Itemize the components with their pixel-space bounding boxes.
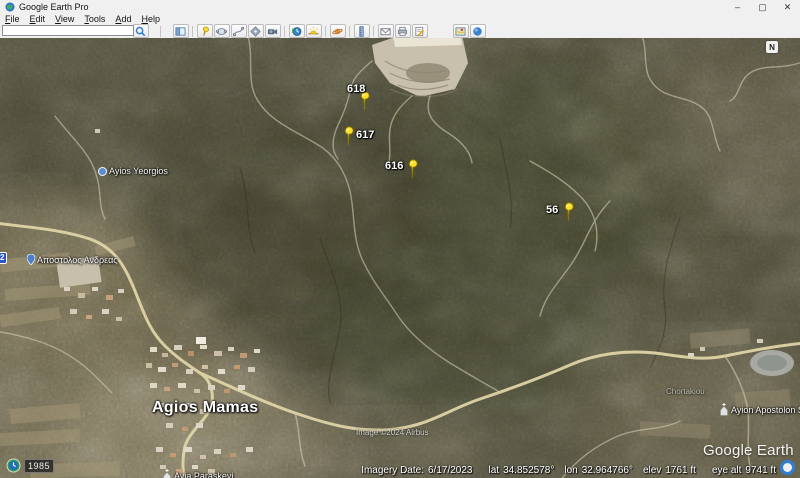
menu-help[interactable]: Help: [136, 14, 165, 24]
add-placemark-button[interactable]: [197, 24, 213, 38]
earth-web-button[interactable]: [470, 24, 486, 38]
satellite-imagery: [0, 38, 800, 478]
toolbar: [0, 24, 800, 39]
google-earth-window: Google Earth Pro – ▢ ✕ File Edit View To…: [0, 0, 800, 478]
email-icon: [380, 26, 391, 37]
minimize-button[interactable]: –: [725, 0, 750, 14]
view-in-maps-button[interactable]: [453, 24, 469, 38]
record-tour-icon: [267, 26, 278, 37]
sunlight-button[interactable]: [306, 24, 322, 38]
path-icon: [233, 26, 244, 37]
add-image-overlay-button[interactable]: [248, 24, 264, 38]
save-image-icon: [414, 26, 425, 37]
polygon-icon: [216, 26, 227, 37]
pushpin-icon: [560, 201, 577, 223]
placemark-618[interactable]: 618: [357, 91, 371, 111]
pushpin-icon: [404, 158, 421, 180]
save-image-button[interactable]: [412, 24, 428, 38]
print-icon: [397, 26, 408, 37]
planets-icon: [332, 26, 343, 37]
email-button[interactable]: [378, 24, 394, 38]
search-button[interactable]: [133, 24, 149, 38]
historical-imagery-icon: [291, 26, 302, 37]
toggle-sidebar-button[interactable]: [173, 24, 189, 38]
add-path-button[interactable]: [231, 24, 247, 38]
placemark-label: 56: [546, 204, 558, 216]
menu-edit[interactable]: Edit: [25, 14, 51, 24]
placemark-616[interactable]: 616: [405, 159, 419, 179]
placemark-icon: [199, 26, 210, 37]
ruler-button[interactable]: [354, 24, 370, 38]
map-viewport[interactable]: N Ayios YeorgiosΑποστολος ΑνδρεαςAgios M…: [0, 38, 800, 478]
earth-web-icon: [472, 26, 483, 37]
maximize-button[interactable]: ▢: [750, 0, 775, 14]
close-button[interactable]: ✕: [775, 0, 800, 14]
planets-button[interactable]: [330, 24, 346, 38]
placemark-56[interactable]: 56: [561, 202, 575, 222]
placemark-label: 616: [385, 160, 403, 172]
historical-imagery-button[interactable]: [289, 24, 305, 38]
view-in-maps-icon: [455, 26, 466, 37]
sunlight-icon: [308, 26, 319, 37]
history-clock-icon: [6, 458, 21, 473]
image-overlay-icon: [250, 26, 261, 37]
window-title: Google Earth Pro: [19, 2, 89, 12]
app-icon: [5, 2, 15, 12]
search-icon: [135, 26, 146, 37]
sidebar-icon: [175, 26, 186, 37]
ruler-icon: [356, 26, 367, 37]
add-polygon-button[interactable]: [214, 24, 230, 38]
historical-imagery-chip[interactable]: 1985: [6, 458, 54, 473]
record-tour-button[interactable]: [265, 24, 281, 38]
history-year-badge: 1985: [24, 459, 54, 473]
placemark-label: 617: [356, 129, 374, 141]
title-bar: Google Earth Pro – ▢ ✕: [0, 0, 800, 14]
search-input[interactable]: [2, 25, 134, 36]
placemark-617[interactable]: 617: [341, 126, 355, 146]
menu-tools[interactable]: Tools: [79, 14, 110, 24]
menu-view[interactable]: View: [50, 14, 79, 24]
menu-add[interactable]: Add: [110, 14, 136, 24]
compass-north-button[interactable]: N: [766, 41, 778, 53]
pushpin-icon: [340, 125, 357, 147]
menu-bar: File Edit View Tools Add Help: [0, 14, 800, 24]
print-button[interactable]: [395, 24, 411, 38]
placemark-label: 618: [347, 83, 365, 95]
menu-file[interactable]: File: [0, 14, 25, 24]
